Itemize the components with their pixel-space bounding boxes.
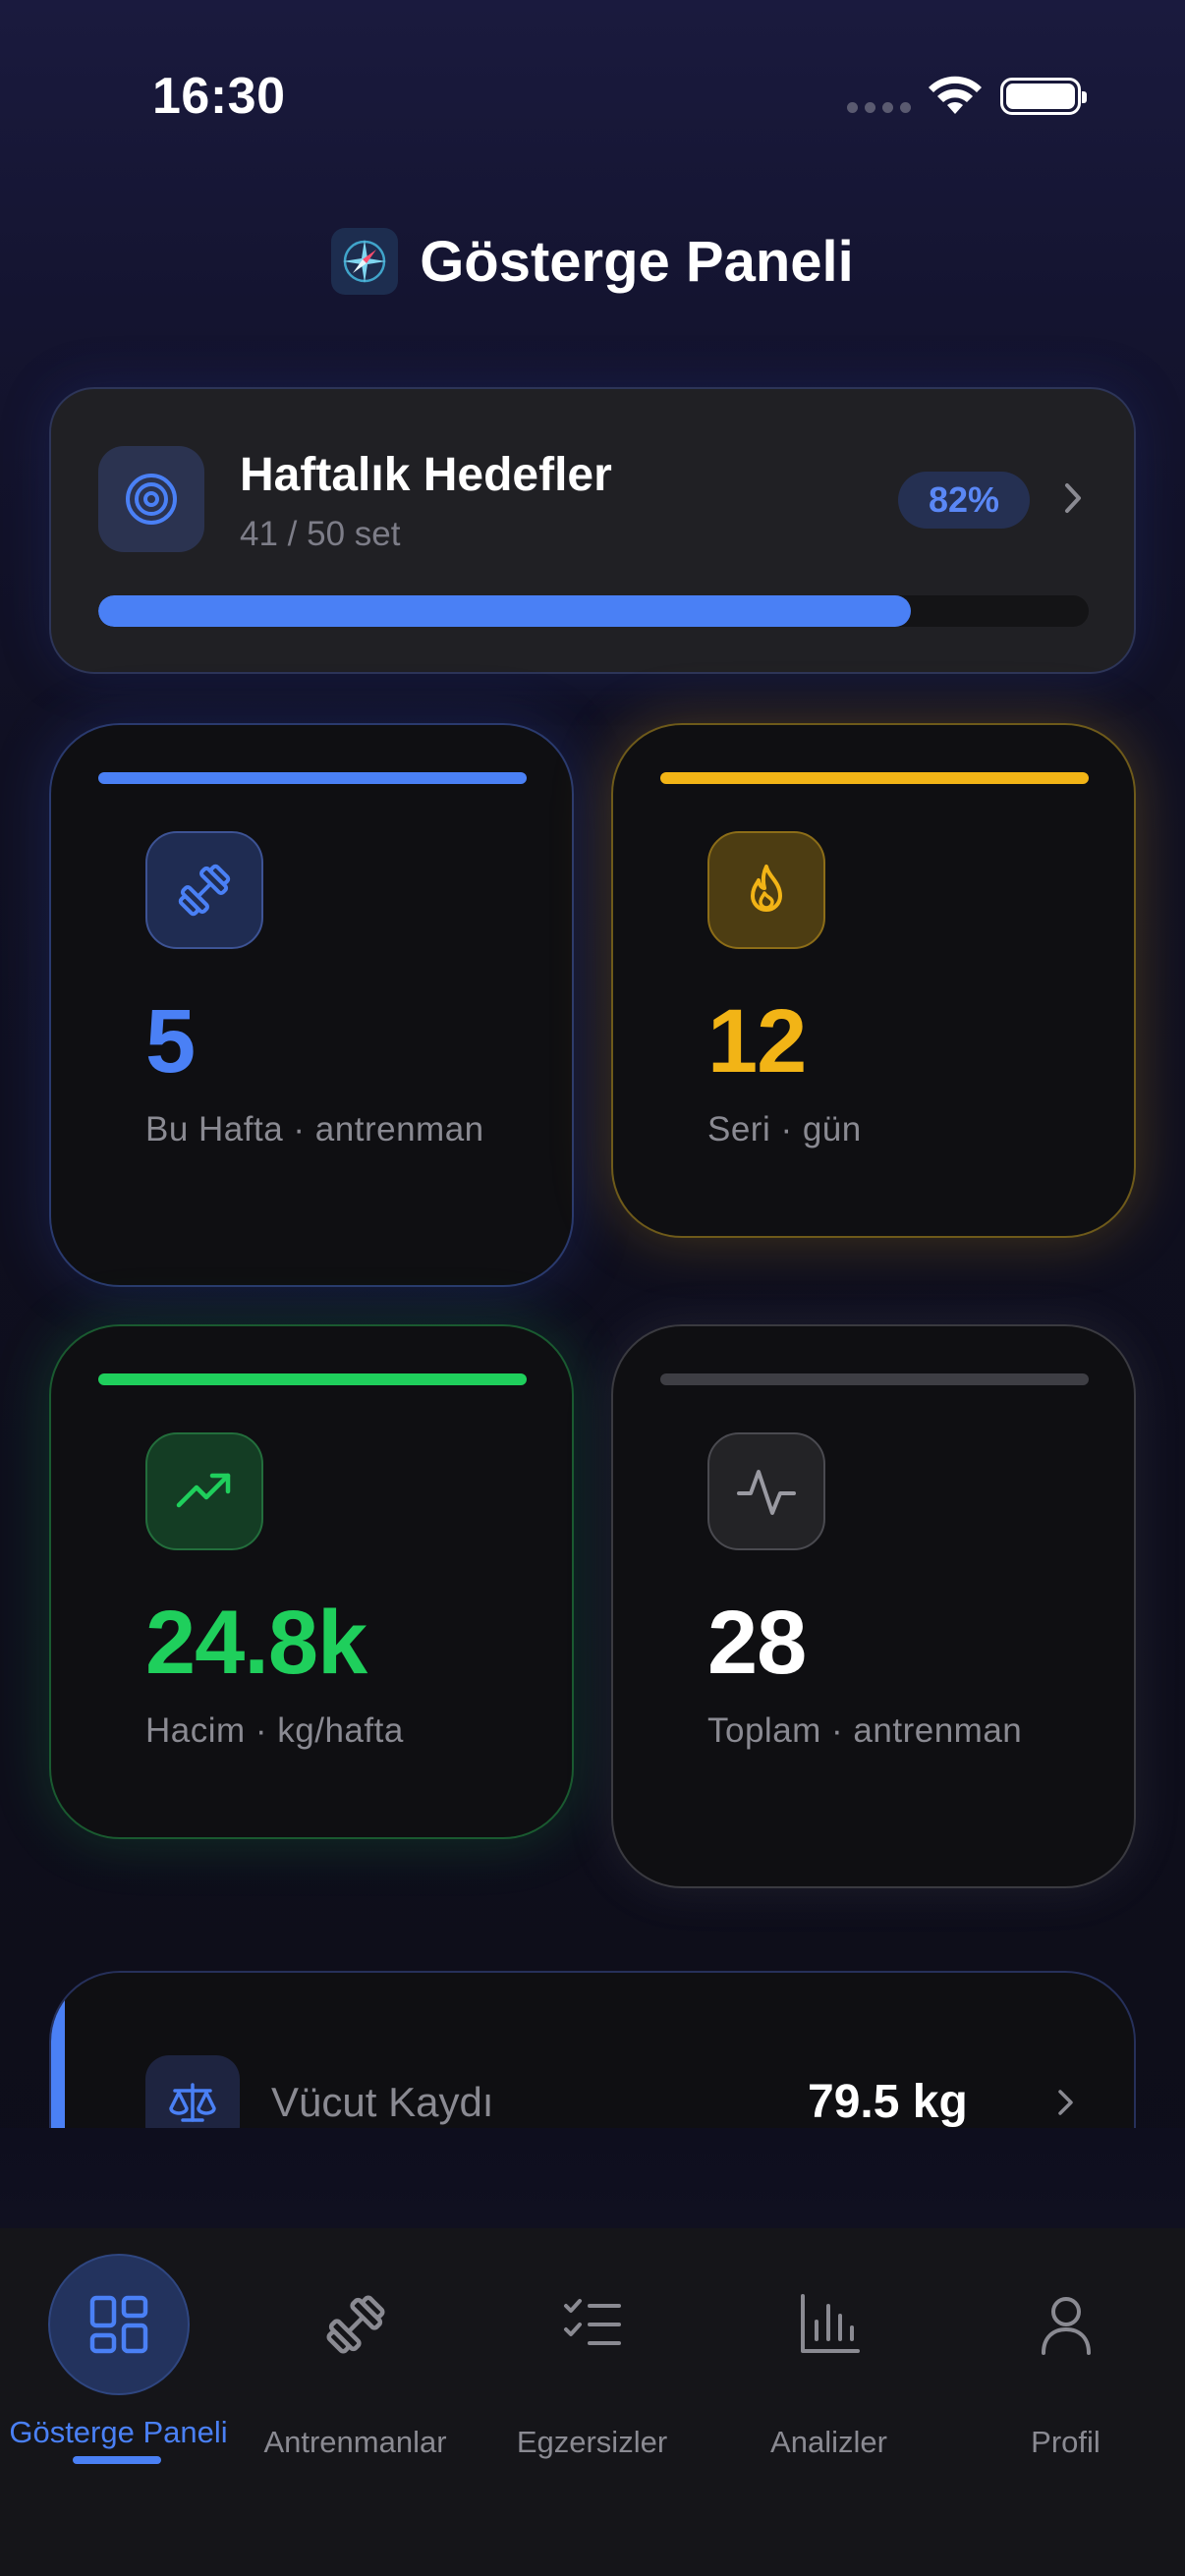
stat-value: 12	[707, 991, 807, 1092]
checklist-icon	[522, 2254, 663, 2395]
tab-analytics[interactable]: Analizler	[710, 2228, 947, 2484]
target-icon	[98, 446, 204, 552]
wifi-icon	[929, 76, 982, 114]
chevron-right-icon	[1058, 2090, 1073, 2115]
stat-card-volume[interactable]: 24.8k Hacim · kg/hafta	[49, 1324, 574, 1839]
active-tab-indicator	[73, 2456, 161, 2464]
compass-icon	[331, 228, 399, 295]
stat-label: Hacim · kg/hafta	[145, 1711, 404, 1750]
page-title: Gösterge Paneli	[420, 229, 854, 294]
goals-progress-fill	[98, 595, 911, 627]
activity-icon	[707, 1432, 825, 1550]
tab-label: Analizler	[770, 2425, 887, 2459]
stat-value: 24.8k	[145, 1593, 367, 1693]
body-record-value: 79.5 kg	[808, 2076, 968, 2128]
tab-exercises[interactable]: Egzersizler	[474, 2228, 710, 2484]
goals-subtitle: 41 / 50 set	[240, 515, 401, 553]
goals-title: Haftalık Hedefler	[240, 449, 612, 501]
tab-dashboard[interactable]: Gösterge Paneli	[0, 2228, 237, 2484]
tab-label: Gösterge Paneli	[9, 2415, 228, 2449]
stat-card-total[interactable]: 28 Toplam · antrenman	[611, 1324, 1136, 1888]
scroll-fade	[0, 2128, 1185, 2228]
user-icon	[995, 2254, 1137, 2395]
body-record-clip: Vücut Kaydı 79.5 kg	[0, 1955, 1185, 2128]
stat-label: Bu Hafta · antrenman	[145, 1110, 484, 1148]
body-record-card[interactable]: Vücut Kaydı 79.5 kg	[49, 1971, 1136, 2128]
status-bar: 16:30	[0, 0, 1185, 196]
battery-icon	[1000, 78, 1087, 115]
weekly-goals-card[interactable]: Haftalık Hedefler 41 / 50 set 82%	[49, 387, 1136, 674]
stat-accent-bar	[98, 1373, 527, 1385]
stat-card-streak[interactable]: 12 Seri · gün	[611, 723, 1136, 1238]
goals-progress-bar	[98, 595, 1089, 627]
body-record-label: Vücut Kaydı	[271, 2079, 494, 2125]
stat-value: 5	[145, 991, 196, 1092]
dumbbell-icon	[145, 831, 263, 949]
dumbbell-icon	[285, 2254, 426, 2395]
scale-icon	[145, 2055, 240, 2128]
status-time: 16:30	[152, 68, 286, 125]
page-header: Gösterge Paneli	[0, 222, 1185, 301]
stat-value: 28	[707, 1593, 807, 1693]
stat-accent-bar	[660, 1373, 1089, 1385]
chevron-right-icon	[1065, 483, 1081, 513]
tab-profile[interactable]: Profil	[947, 2228, 1184, 2484]
cellular-signal-icon	[847, 102, 911, 113]
body-record-accent	[51, 1973, 65, 2128]
stat-card-this-week[interactable]: 5 Bu Hafta · antrenman	[49, 723, 574, 1287]
goals-percent-badge: 82%	[898, 472, 1030, 529]
flame-icon	[707, 831, 825, 949]
trending-up-icon	[145, 1432, 263, 1550]
tab-label: Egzersizler	[516, 2425, 668, 2459]
stat-accent-bar	[660, 772, 1089, 784]
stat-accent-bar	[98, 772, 527, 784]
stat-label: Seri · gün	[707, 1110, 862, 1148]
tab-workouts[interactable]: Antrenmanlar	[237, 2228, 474, 2484]
grid-icon	[47, 2254, 190, 2395]
bar-chart-icon	[759, 2254, 900, 2395]
stat-label: Toplam · antrenman	[707, 1711, 1023, 1750]
dashboard-screen: 16:30 Gösterge Paneli Haftalık Hedefler …	[0, 0, 1185, 2576]
tab-label: Antrenmanlar	[263, 2425, 447, 2459]
tab-label: Profil	[1031, 2425, 1100, 2459]
tab-bar: Gösterge Paneli Antrenmanlar Egzersizler…	[0, 2228, 1185, 2576]
